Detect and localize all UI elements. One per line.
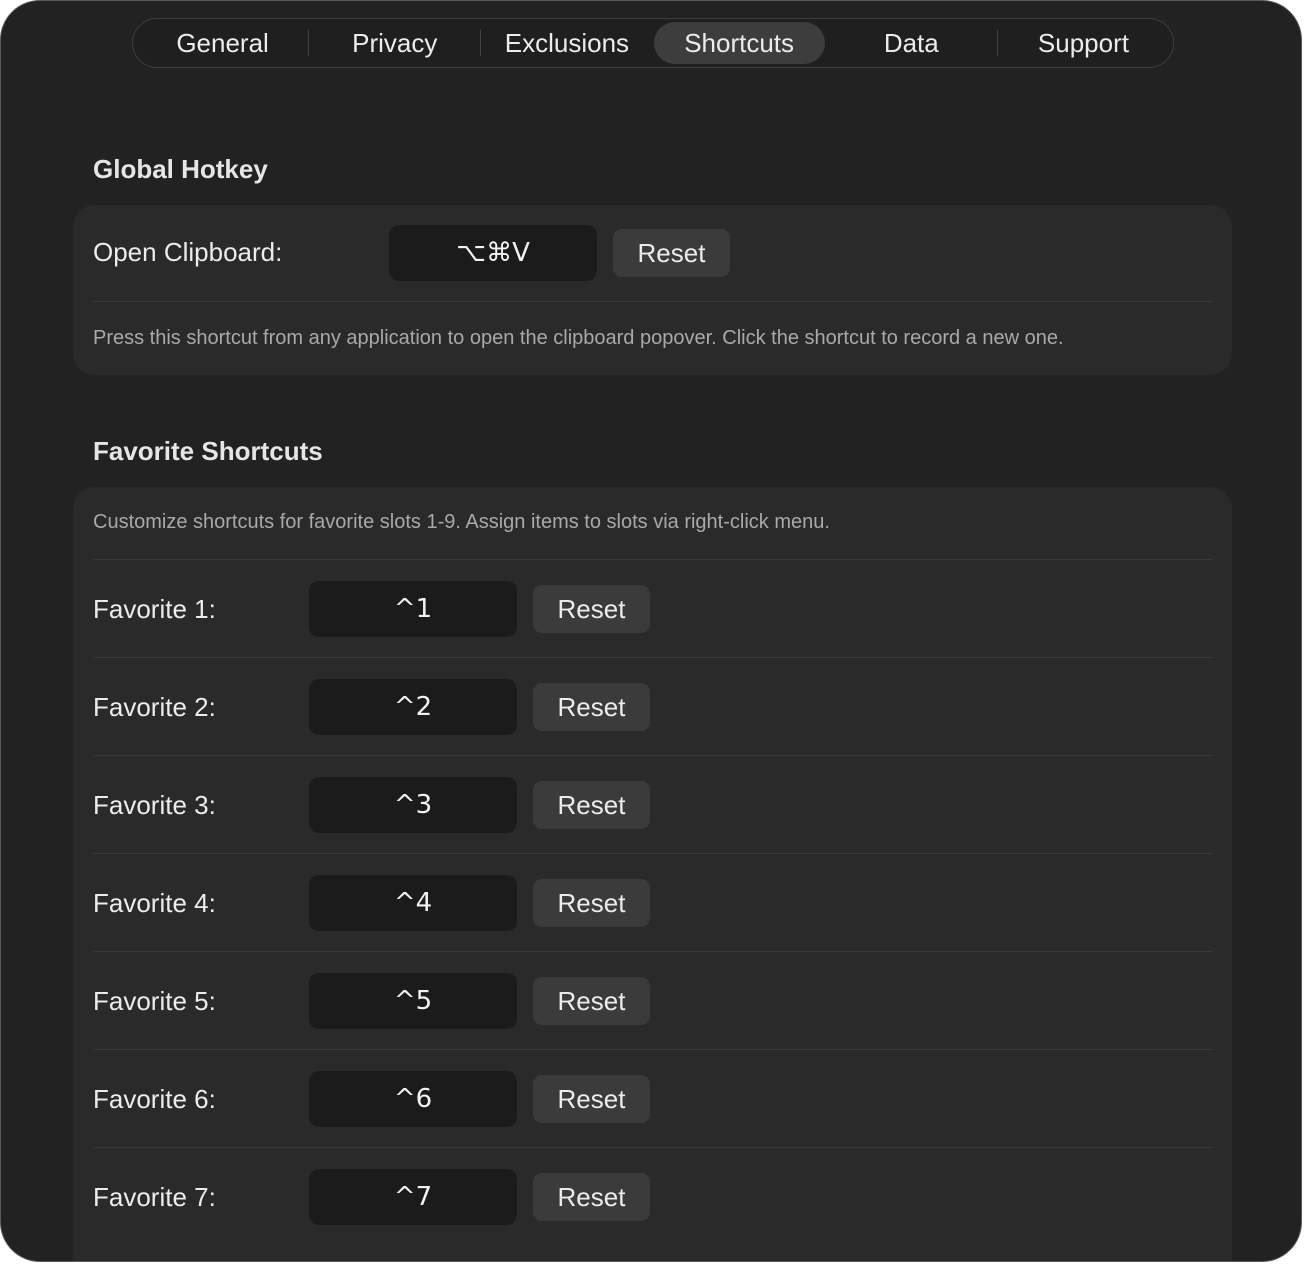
tab-exclusions[interactable]: Exclusions xyxy=(481,22,652,64)
divider xyxy=(93,755,1213,756)
tab-privacy[interactable]: Privacy xyxy=(309,22,480,64)
favorite-1-label: Favorite 1: xyxy=(93,594,216,624)
global-hotkey-card: Open Clipboard: ⌥⌘V Reset Press this sho… xyxy=(73,205,1232,375)
favorite-2-label: Favorite 2: xyxy=(93,692,216,722)
tab-support[interactable]: Support xyxy=(998,22,1169,64)
divider xyxy=(93,951,1213,952)
favorite-4-reset-button[interactable]: Reset xyxy=(533,879,650,927)
divider xyxy=(93,657,1213,658)
favorite-shortcuts-card: Customize shortcuts for favorite slots 1… xyxy=(73,487,1232,1261)
favorite-3-reset-button[interactable]: Reset xyxy=(533,781,650,829)
divider xyxy=(93,1147,1213,1148)
favorite-7-shortcut-field[interactable]: ^7 xyxy=(309,1169,517,1225)
open-clipboard-shortcut-field[interactable]: ⌥⌘V xyxy=(389,225,597,281)
tab-general[interactable]: General xyxy=(137,22,308,64)
favorite-4-shortcut-field[interactable]: ^4 xyxy=(309,875,517,931)
favorite-3-shortcut-field[interactable]: ^3 xyxy=(309,777,517,833)
favorite-4-label: Favorite 4: xyxy=(93,888,216,918)
favorite-7-reset-button[interactable]: Reset xyxy=(533,1173,650,1221)
favorite-5-shortcut-field[interactable]: ^5 xyxy=(309,973,517,1029)
favorite-7-label: Favorite 7: xyxy=(93,1182,216,1212)
settings-window: General Privacy Exclusions Shortcuts Dat… xyxy=(0,0,1302,1262)
favorite-5-label: Favorite 5: xyxy=(93,986,216,1016)
favorite-3-label: Favorite 3: xyxy=(93,790,216,820)
favorite-6-shortcut-field[interactable]: ^6 xyxy=(309,1071,517,1127)
favorite-1-shortcut-field[interactable]: ^1 xyxy=(309,581,517,637)
open-clipboard-label: Open Clipboard: xyxy=(93,237,283,267)
divider xyxy=(93,853,1213,854)
divider xyxy=(93,301,1213,302)
favorite-shortcuts-description: Customize shortcuts for favorite slots 1… xyxy=(93,511,830,533)
favorite-2-shortcut-field[interactable]: ^2 xyxy=(309,679,517,735)
tab-bar: General Privacy Exclusions Shortcuts Dat… xyxy=(132,18,1174,68)
favorite-5-reset-button[interactable]: Reset xyxy=(533,977,650,1025)
favorite-6-label: Favorite 6: xyxy=(93,1084,216,1114)
favorite-1-reset-button[interactable]: Reset xyxy=(533,585,650,633)
favorite-2-reset-button[interactable]: Reset xyxy=(533,683,650,731)
favorite-shortcuts-title: Favorite Shortcuts xyxy=(93,436,323,466)
open-clipboard-reset-button[interactable]: Reset xyxy=(613,229,730,277)
global-hotkey-description: Press this shortcut from any application… xyxy=(93,327,1064,349)
tab-shortcuts[interactable]: Shortcuts xyxy=(653,22,825,64)
divider xyxy=(93,559,1213,560)
divider xyxy=(93,1049,1213,1050)
favorite-6-reset-button[interactable]: Reset xyxy=(533,1075,650,1123)
global-hotkey-title: Global Hotkey xyxy=(93,154,268,184)
tab-data[interactable]: Data xyxy=(826,22,997,64)
